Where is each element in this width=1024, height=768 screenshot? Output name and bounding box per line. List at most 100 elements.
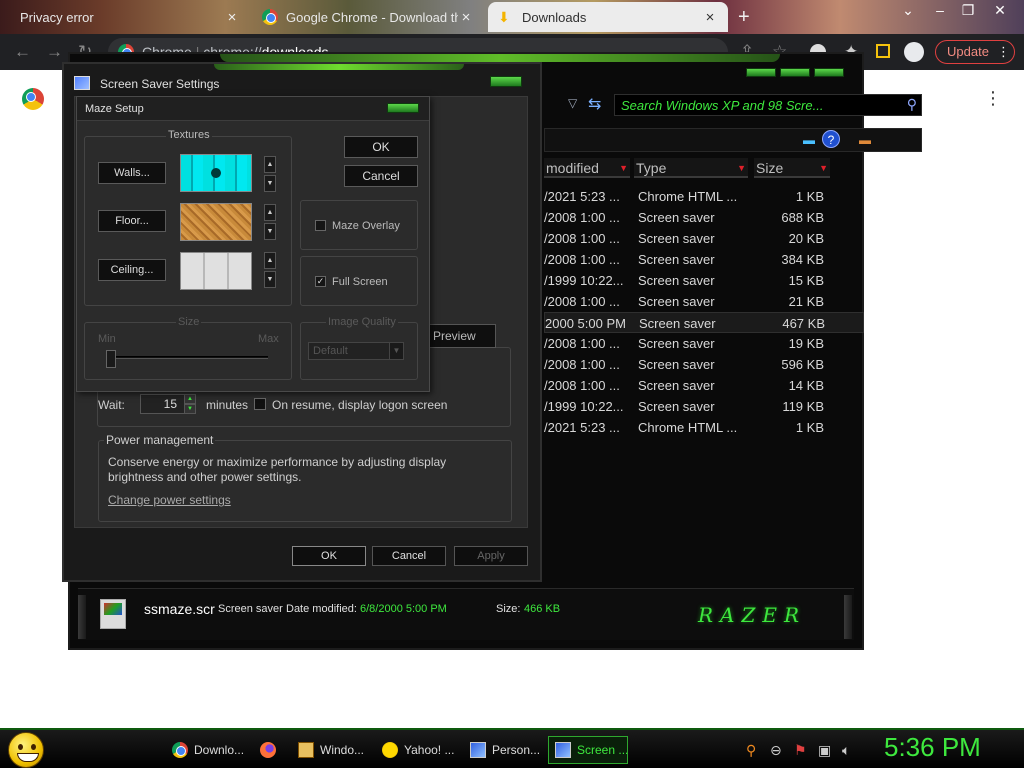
close-icon[interactable]: ×: [458, 9, 474, 26]
details-file-type: Screen saver: [218, 603, 283, 615]
close-button[interactable]: [387, 103, 419, 113]
cell-date: /2008 1:00 ...: [544, 231, 620, 246]
taskbar-item-firefox[interactable]: [254, 736, 288, 764]
file-row[interactable]: /2008 1:00 ... Screen saver 596 KB: [544, 354, 864, 375]
cell-type: Screen saver: [638, 273, 715, 288]
file-row[interactable]: /2008 1:00 ... Screen saver 21 KB: [544, 291, 864, 312]
cell-type: Screen saver: [638, 252, 715, 267]
image-quality-select[interactable]: Default ▼: [308, 342, 404, 360]
floor-texture-preview[interactable]: [180, 203, 252, 241]
organize-icon[interactable]: ▬: [859, 133, 871, 147]
maximize-button[interactable]: ❐: [954, 2, 982, 19]
minus-circle-icon[interactable]: ⊖: [770, 742, 782, 759]
spin-up-icon[interactable]: ▲: [184, 394, 196, 404]
cell-size: 1 KB: [795, 420, 824, 435]
close-icon[interactable]: ×: [702, 9, 718, 26]
tab-google-chrome-download[interactable]: Google Chrome - Download the ×: [252, 2, 484, 32]
floor-button[interactable]: Floor...: [98, 210, 166, 232]
spin-down-icon[interactable]: ▼: [264, 223, 276, 240]
walls-button[interactable]: Walls...: [98, 162, 166, 184]
minimize-button[interactable]: [746, 68, 776, 77]
ok-button[interactable]: OK: [292, 546, 366, 566]
column-date-modified[interactable]: modified ▼: [544, 158, 630, 178]
cancel-button[interactable]: Cancel: [372, 546, 446, 566]
file-row[interactable]: /2008 1:00 ... Screen saver 688 KB: [544, 207, 864, 228]
preview-button[interactable]: Preview: [422, 324, 496, 348]
sort-arrow-icon: ▼: [619, 163, 628, 173]
side-panel-icon[interactable]: [876, 44, 890, 58]
column-type[interactable]: Type ▼: [634, 158, 748, 178]
cell-type: Chrome HTML ...: [638, 189, 738, 204]
spin-down-icon[interactable]: ▼: [184, 404, 196, 414]
forward-button[interactable]: →: [46, 42, 63, 62]
file-row-selected[interactable]: 2000 5:00 PM Screen saver 467 KB: [544, 312, 864, 333]
cell-size: 21 KB: [788, 294, 824, 309]
screensaver-file-icon: [100, 599, 126, 629]
spin-up-icon[interactable]: ▲: [264, 252, 276, 269]
file-row[interactable]: /2021 5:23 ... Chrome HTML ... 1 KB: [544, 417, 864, 438]
close-window-button[interactable]: ✕: [986, 2, 1014, 19]
search-input[interactable]: Search Windows XP and 98 Scre... ⚲: [614, 94, 922, 116]
tab-title: Privacy error: [20, 9, 94, 25]
wait-minutes-input[interactable]: 15: [140, 394, 186, 414]
size-min-label: Min: [98, 333, 116, 345]
start-button[interactable]: [8, 732, 44, 768]
search-icon[interactable]: ⚲: [907, 96, 917, 113]
close-button[interactable]: [490, 76, 522, 87]
column-label: Size: [756, 160, 784, 176]
close-icon[interactable]: ×: [224, 9, 240, 26]
file-row[interactable]: /1999 10:22... Screen saver 119 KB: [544, 396, 864, 417]
file-row[interactable]: /2008 1:00 ... Screen saver 14 KB: [544, 375, 864, 396]
volume-icon[interactable]: 🔈︎: [842, 742, 850, 759]
spin-down-icon[interactable]: ▼: [264, 271, 276, 288]
file-row[interactable]: /2008 1:00 ... Screen saver 19 KB: [544, 333, 864, 354]
walls-texture-preview[interactable]: [180, 154, 252, 192]
profile-avatar[interactable]: [904, 42, 924, 62]
update-button[interactable]: Update ⋮: [935, 40, 1015, 64]
column-size[interactable]: Size ▼: [754, 158, 830, 178]
spin-up-icon[interactable]: ▲: [264, 204, 276, 221]
size-slider-thumb[interactable]: [106, 350, 116, 368]
back-button[interactable]: ←: [14, 42, 31, 62]
network-icon[interactable]: ▣: [818, 742, 831, 759]
size-slider-track[interactable]: [110, 356, 268, 359]
search-icon[interactable]: ⚲: [746, 742, 756, 759]
cell-date: /2008 1:00 ...: [544, 357, 620, 372]
taskbar-item-yahoo[interactable]: Yahoo! ...: [376, 736, 460, 764]
spin-up-icon[interactable]: ▲: [264, 156, 276, 173]
resume-logon-checkbox[interactable]: [254, 398, 266, 410]
taskbar-item-windows[interactable]: Windo...: [292, 736, 372, 764]
taskbar-item-personalization[interactable]: Person...: [464, 736, 546, 764]
ceiling-texture-preview[interactable]: [180, 252, 252, 290]
maximize-button[interactable]: [780, 68, 810, 77]
spin-down-icon[interactable]: ▼: [264, 175, 276, 192]
close-button[interactable]: [814, 68, 844, 77]
taskbar-item-downloads[interactable]: Downlo...: [166, 736, 250, 764]
taskbar-item-screen-saver[interactable]: Screen ...: [548, 736, 628, 764]
resume-logon-label: On resume, display logon screen: [272, 398, 448, 412]
chevron-down-icon[interactable]: ▽: [568, 96, 577, 110]
taskbar-clock[interactable]: 5:36 PM: [884, 732, 981, 763]
menu-icon[interactable]: ⋮: [997, 41, 1010, 63]
file-row[interactable]: /2008 1:00 ... Screen saver 20 KB: [544, 228, 864, 249]
apply-button[interactable]: Apply: [454, 546, 528, 566]
action-center-flag-icon[interactable]: ⚑: [794, 742, 807, 759]
minimize-button[interactable]: –: [926, 2, 954, 18]
tab-downloads[interactable]: ⬇ Downloads ×: [488, 2, 728, 32]
ceiling-button[interactable]: Ceiling...: [98, 259, 166, 281]
file-row[interactable]: /2021 5:23 ... Chrome HTML ... 1 KB: [544, 186, 864, 207]
tab-privacy-error[interactable]: Privacy error ×: [10, 2, 250, 32]
page-menu-icon[interactable]: ⋮: [984, 88, 1002, 109]
maze-ok-button[interactable]: OK: [344, 136, 418, 158]
file-row[interactable]: /1999 10:22... Screen saver 15 KB: [544, 270, 864, 291]
new-tab-button[interactable]: +: [738, 6, 750, 29]
view-icon[interactable]: ▬: [803, 133, 815, 147]
tab-search-chevron-icon[interactable]: ⌄: [894, 2, 922, 19]
maze-cancel-button[interactable]: Cancel: [344, 165, 418, 187]
refresh-icon[interactable]: ⇆: [588, 94, 601, 114]
help-icon[interactable]: ?: [822, 130, 840, 148]
file-row[interactable]: /2008 1:00 ... Screen saver 384 KB: [544, 249, 864, 270]
change-power-settings-link[interactable]: Change power settings: [108, 493, 231, 507]
maze-overlay-checkbox[interactable]: [315, 220, 326, 231]
full-screen-checkbox[interactable]: ✓: [315, 276, 326, 287]
